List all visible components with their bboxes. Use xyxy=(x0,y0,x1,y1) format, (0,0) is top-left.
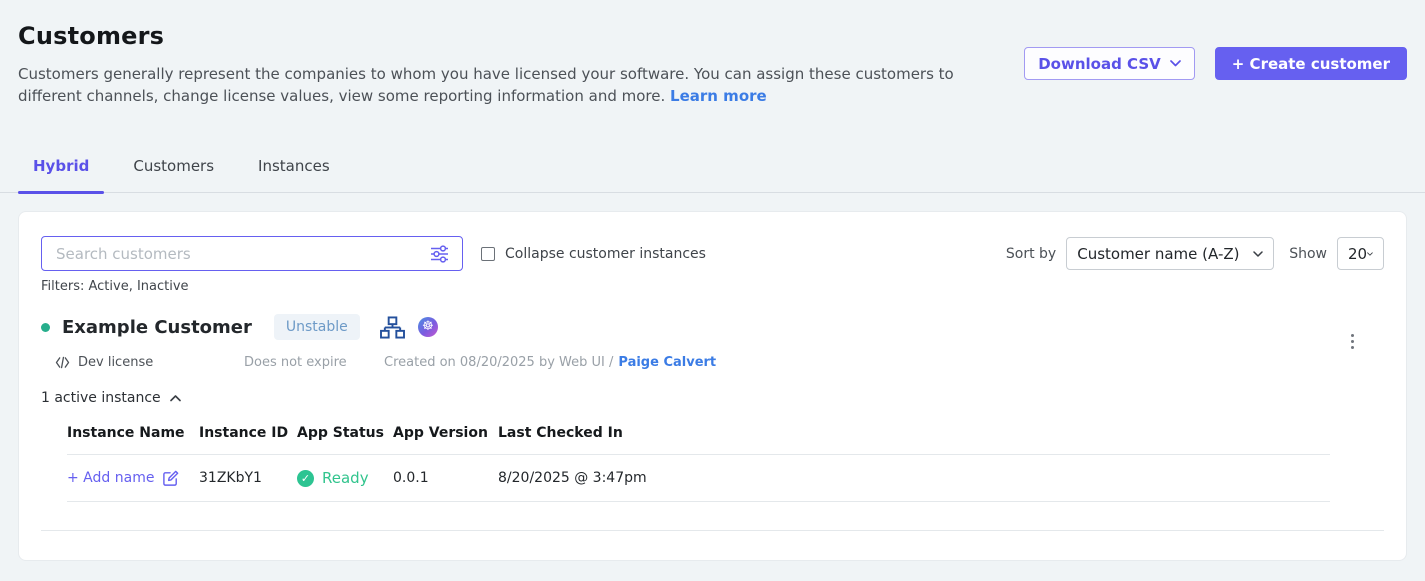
show-label: Show xyxy=(1289,246,1327,262)
instances-table-header: Instance Name Instance ID App Status App… xyxy=(67,425,1330,455)
create-customer-label: + Create customer xyxy=(1232,55,1390,73)
app-status-value: Ready xyxy=(322,469,369,487)
sort-by-select[interactable]: Customer name (A-Z) xyxy=(1066,237,1274,270)
active-filters-note: Filters: Active, Inactive xyxy=(41,279,1384,294)
show-count-value: 20 xyxy=(1348,245,1367,263)
chevron-up-icon xyxy=(170,395,181,402)
tab-instances-label: Instances xyxy=(258,157,330,175)
header-actions: Download CSV + Create customer xyxy=(1024,47,1407,80)
filter-sliders-icon[interactable] xyxy=(429,245,450,263)
created-by-link[interactable]: Paige Calvert xyxy=(618,355,716,370)
hierarchy-icon xyxy=(380,316,405,339)
tab-customers-label: Customers xyxy=(133,157,214,175)
download-csv-label: Download CSV xyxy=(1038,55,1161,73)
chevron-down-icon xyxy=(1170,60,1181,67)
page-header: Customers Customers generally represent … xyxy=(0,0,1425,107)
instance-id-value: 31ZKbY1 xyxy=(199,470,297,486)
instances-summary-label: 1 active instance xyxy=(41,390,161,406)
sort-by-value: Customer name (A-Z) xyxy=(1077,245,1239,263)
check-circle-icon: ✓ xyxy=(297,470,314,487)
collapse-instances-toggle[interactable]: Collapse customer instances xyxy=(481,246,706,262)
tab-hybrid[interactable]: Hybrid xyxy=(18,157,104,192)
last-checked-in-value: 8/20/2025 @ 3:47pm xyxy=(498,470,1330,486)
kebab-menu-icon[interactable] xyxy=(1349,332,1356,351)
customer-item-divider xyxy=(41,530,1384,531)
tab-bar: Hybrid Customers Instances xyxy=(0,157,1425,193)
customer-name[interactable]: Example Customer xyxy=(62,317,252,338)
table-row: + Add name 31ZKbY1 ✓ Ready 0.0.1 8/20/20… xyxy=(67,455,1330,502)
instances-summary-toggle[interactable]: 1 active instance xyxy=(41,390,1384,406)
col-app-version: App Version xyxy=(393,425,498,441)
page-title: Customers xyxy=(18,22,1407,50)
collapse-instances-checkbox[interactable] xyxy=(481,247,495,261)
page-description-text: Customers generally represent the compan… xyxy=(18,65,954,105)
download-csv-button[interactable]: Download CSV xyxy=(1024,47,1195,80)
col-app-status: App Status xyxy=(297,425,393,441)
customers-panel: Collapse customer instances Sort by Cust… xyxy=(18,211,1407,561)
customer-header: Example Customer Unstable ☸ xyxy=(41,314,1384,340)
license-expiry: Does not expire xyxy=(244,355,384,370)
add-name-label: + Add name xyxy=(67,470,154,486)
kubernetes-icon: ☸ xyxy=(418,317,438,337)
app-version-value: 0.0.1 xyxy=(393,470,498,486)
search-input[interactable] xyxy=(54,244,429,264)
chevron-down-icon xyxy=(1253,251,1263,257)
app-status-cell: ✓ Ready xyxy=(297,469,393,487)
code-icon xyxy=(55,356,70,369)
list-controls: Sort by Customer name (A-Z) Show 20 xyxy=(1006,237,1384,270)
license-type-label: Dev license xyxy=(78,355,153,370)
create-customer-button[interactable]: + Create customer xyxy=(1215,47,1407,80)
chevron-down-icon xyxy=(1367,251,1373,257)
channel-badge: Unstable xyxy=(274,314,360,340)
show-count-select[interactable]: 20 xyxy=(1337,237,1384,270)
license-type: Dev license xyxy=(55,355,244,370)
license-created-text: Created on 08/20/2025 by Web UI / xyxy=(384,355,613,370)
sort-by-label: Sort by xyxy=(1006,246,1056,262)
add-name-action[interactable]: + Add name xyxy=(67,469,199,487)
col-last-checked-in: Last Checked In xyxy=(498,425,1330,441)
toolbar: Collapse customer instances Sort by Cust… xyxy=(41,236,1384,271)
col-instance-id: Instance ID xyxy=(199,425,297,441)
active-tab-indicator xyxy=(18,191,104,194)
col-instance-name: Instance Name xyxy=(67,425,199,441)
tab-hybrid-label: Hybrid xyxy=(33,157,89,175)
customer-active-dot xyxy=(41,323,50,332)
license-row: Dev license Does not expire Created on 0… xyxy=(41,355,1384,370)
license-created: Created on 08/20/2025 by Web UI / Paige … xyxy=(384,355,716,370)
collapse-instances-label: Collapse customer instances xyxy=(505,246,706,262)
page-description: Customers generally represent the compan… xyxy=(18,63,976,107)
search-box xyxy=(41,236,463,271)
tab-instances[interactable]: Instances xyxy=(243,157,345,192)
tab-customers[interactable]: Customers xyxy=(118,157,229,192)
instances-table: Instance Name Instance ID App Status App… xyxy=(67,425,1330,502)
edit-icon[interactable] xyxy=(162,469,180,487)
learn-more-link[interactable]: Learn more xyxy=(670,87,767,105)
